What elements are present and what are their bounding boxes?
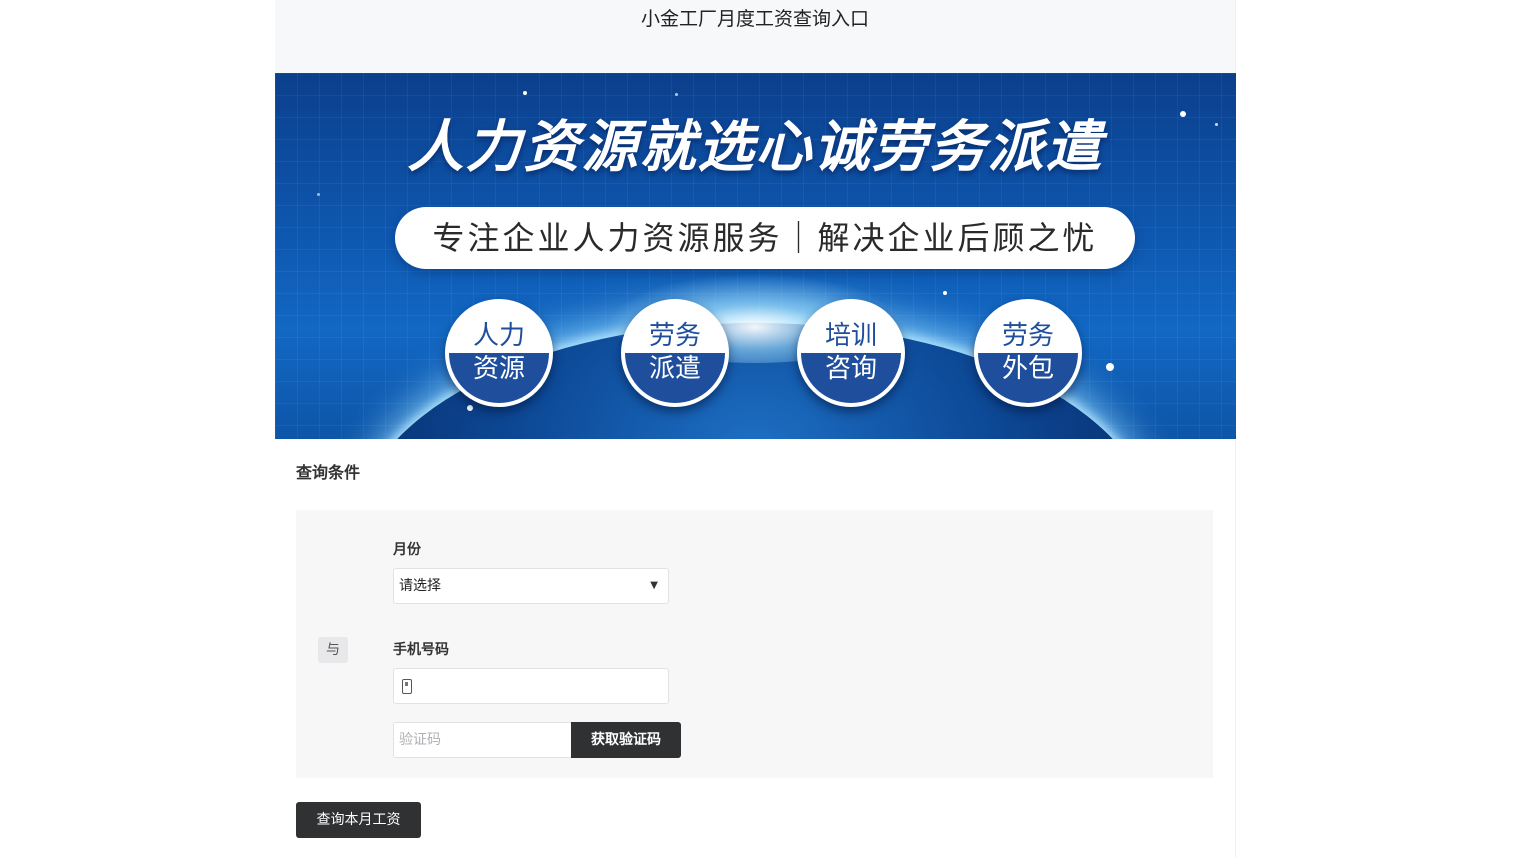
banner-slogan: 专注企业人力资源服务｜解决企业后顾之忧 — [395, 207, 1135, 269]
promo-banner: 人力资源就选心诚劳务派遣 专注企业人力资源服务｜解决企业后顾之忧 人力 资源 劳… — [275, 73, 1236, 439]
page-container: 小金工厂月度工资查询入口 人力资源就选心诚劳务派遣 专注企业人力资源服务｜解决企… — [275, 0, 1236, 858]
logic-and-tag: 与 — [318, 637, 348, 663]
page-title: 小金工厂月度工资查询入口 — [640, 8, 869, 30]
badge-bottom-text: 派遣 — [648, 354, 701, 384]
month-select-value: 请选择 — [399, 578, 441, 594]
badge-top-text: 劳务 — [1001, 321, 1054, 351]
dropdown-caret-icon: ▼ — [650, 580, 658, 591]
star-decoration — [1106, 363, 1114, 371]
phone-label: 手机号码 — [393, 642, 449, 658]
badge-top-text: 劳务 — [648, 321, 701, 351]
service-badge-training: 培训 咨询 — [797, 299, 905, 407]
badge-top-text: 人力 — [472, 321, 525, 351]
get-code-button[interactable]: 获取验证码 — [571, 722, 681, 758]
month-select[interactable]: 请选择 ▼ — [393, 568, 669, 604]
phone-field[interactable] — [393, 668, 669, 704]
service-badge-dispatch: 劳务 派遣 — [621, 299, 729, 407]
service-badge-outsourcing: 劳务 外包 — [974, 299, 1082, 407]
star-decoration — [675, 93, 678, 96]
banner-headline: 人力资源就选心诚劳务派遣 — [407, 115, 1104, 180]
query-form-panel: 与 月份 请选择 ▼ 手机号码 获取验证码 — [296, 510, 1213, 778]
star-decoration — [317, 193, 320, 196]
page-header: 小金工厂月度工资查询入口 — [275, 0, 1235, 73]
verification-code-input[interactable] — [399, 723, 571, 757]
query-salary-button[interactable]: 查询本月工资 — [296, 802, 421, 838]
month-label: 月份 — [393, 542, 421, 558]
badge-top-text: 培训 — [824, 321, 877, 351]
star-decoration — [467, 405, 473, 411]
service-badge-hr: 人力 资源 — [445, 299, 553, 407]
mobile-phone-icon — [402, 679, 412, 694]
query-section-title: 查询条件 — [296, 463, 361, 482]
badge-bottom-text: 资源 — [472, 354, 525, 384]
star-decoration — [943, 291, 947, 295]
badge-bottom-text: 咨询 — [824, 354, 877, 384]
badge-bottom-text: 外包 — [1001, 354, 1054, 384]
star-decoration — [523, 91, 527, 95]
verification-code-field[interactable] — [393, 722, 571, 758]
phone-input[interactable] — [420, 669, 668, 703]
